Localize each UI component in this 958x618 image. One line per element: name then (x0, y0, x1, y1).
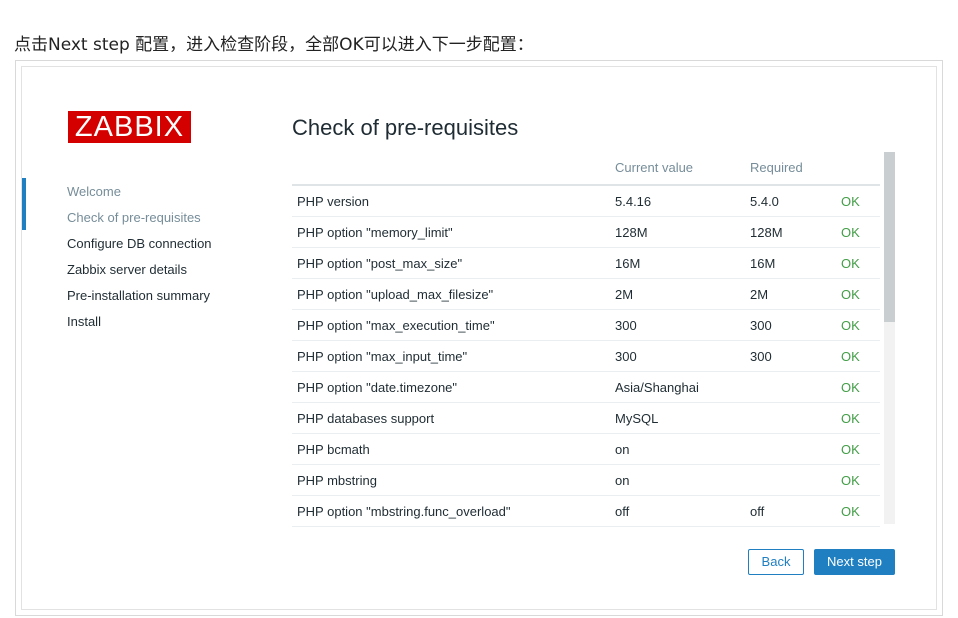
nav-step-welcome[interactable]: Welcome (67, 184, 121, 199)
table-row: PHP mbstring on OK (292, 465, 880, 496)
row-current-value: Asia/Shanghai (615, 380, 699, 395)
row-status: OK (841, 194, 860, 209)
row-status: OK (841, 225, 860, 240)
row-status: OK (841, 504, 860, 519)
table-row: PHP option "upload_max_filesize" 2M 2M OK (292, 279, 880, 310)
row-current-value: 300 (615, 349, 637, 364)
nav-step-server-details[interactable]: Zabbix server details (67, 262, 187, 277)
row-status: OK (841, 411, 860, 426)
article-caption: 点击Next step 配置，进入检查阶段，全部OK可以进入下一步配置： (14, 35, 534, 55)
row-current-value: off (615, 504, 630, 519)
row-status: OK (841, 380, 860, 395)
row-current-value: 2M (615, 287, 634, 302)
row-status: OK (841, 318, 860, 333)
row-name: PHP databases support (297, 411, 435, 426)
row-status: OK (841, 442, 860, 457)
row-required-value: 300 (750, 349, 772, 364)
row-name: PHP option "max_execution_time" (297, 318, 495, 333)
next-step-button[interactable]: Next step (814, 549, 895, 575)
page-title: Check of pre-requisites (292, 115, 519, 140)
table-row: PHP option "max_execution_time" 300 300 OK (292, 310, 880, 341)
row-required-value: 2M (750, 287, 769, 302)
row-name: PHP option "post_max_size" (297, 256, 463, 271)
row-current-value: 128M (615, 225, 648, 240)
row-required-value: 16M (750, 256, 776, 271)
row-name: PHP option "max_input_time" (297, 349, 468, 364)
row-current-value: MySQL (615, 411, 659, 426)
table-header: Current value Required (292, 152, 880, 186)
row-name: PHP mbstring (297, 473, 377, 488)
row-status: OK (841, 287, 860, 302)
row-name: PHP version (297, 194, 370, 209)
nav-step-summary[interactable]: Pre-installation summary (67, 288, 210, 303)
zabbix-logo: ZABBIX (68, 111, 191, 143)
row-required-value: 300 (750, 318, 772, 333)
row-name: PHP option "mbstring.func_overload" (297, 504, 511, 519)
table-row: PHP option "max_input_time" 300 300 OK (292, 341, 880, 372)
nav-progress-indicator (22, 178, 26, 230)
row-name: PHP option "upload_max_filesize" (297, 287, 494, 302)
row-status: OK (841, 349, 860, 364)
table-row: PHP version 5.4.16 5.4.0 OK (292, 186, 880, 217)
row-required-value: 128M (750, 225, 783, 240)
row-name: PHP option "memory_limit" (297, 225, 453, 240)
table-body: PHP version 5.4.16 5.4.0 OK PHP option "memo… (292, 186, 880, 527)
table-row: PHP option "post_max_size" 16M 16M OK (292, 248, 880, 279)
row-status: OK (841, 473, 860, 488)
table-row: PHP bcmath on OK (292, 434, 880, 465)
row-required-value: off (750, 504, 765, 519)
row-current-value: 5.4.16 (615, 194, 652, 209)
row-current-value: on (615, 442, 630, 457)
table-row: PHP option "memory_limit" 128M 128M OK (292, 217, 880, 248)
column-header-required: Required (750, 160, 803, 175)
row-current-value: on (615, 473, 630, 488)
row-current-value: 16M (615, 256, 641, 271)
column-header-current: Current value (615, 160, 694, 175)
prerequisites-table: Current value Required PHP version 5.4.16… (292, 152, 880, 527)
nav-step-prerequisites[interactable]: Check of pre-requisites (67, 210, 201, 225)
nav-step-db-connection[interactable]: Configure DB connection (67, 236, 212, 251)
row-status: OK (841, 256, 860, 271)
table-scrollbar-thumb[interactable] (884, 152, 895, 322)
row-required-value: 5.4.0 (750, 194, 779, 209)
table-row: PHP option "date.timezone" Asia/Shanghai O… (292, 372, 880, 403)
nav-step-install[interactable]: Install (67, 314, 101, 329)
back-button[interactable]: Back (748, 549, 804, 575)
row-name: PHP bcmath (297, 442, 370, 457)
table-row: PHP option "mbstring.func_overload" off of… (292, 496, 880, 527)
table-row: PHP databases support MySQL OK (292, 403, 880, 434)
row-current-value: 300 (615, 318, 637, 333)
row-name: PHP option "date.timezone" (297, 380, 458, 395)
